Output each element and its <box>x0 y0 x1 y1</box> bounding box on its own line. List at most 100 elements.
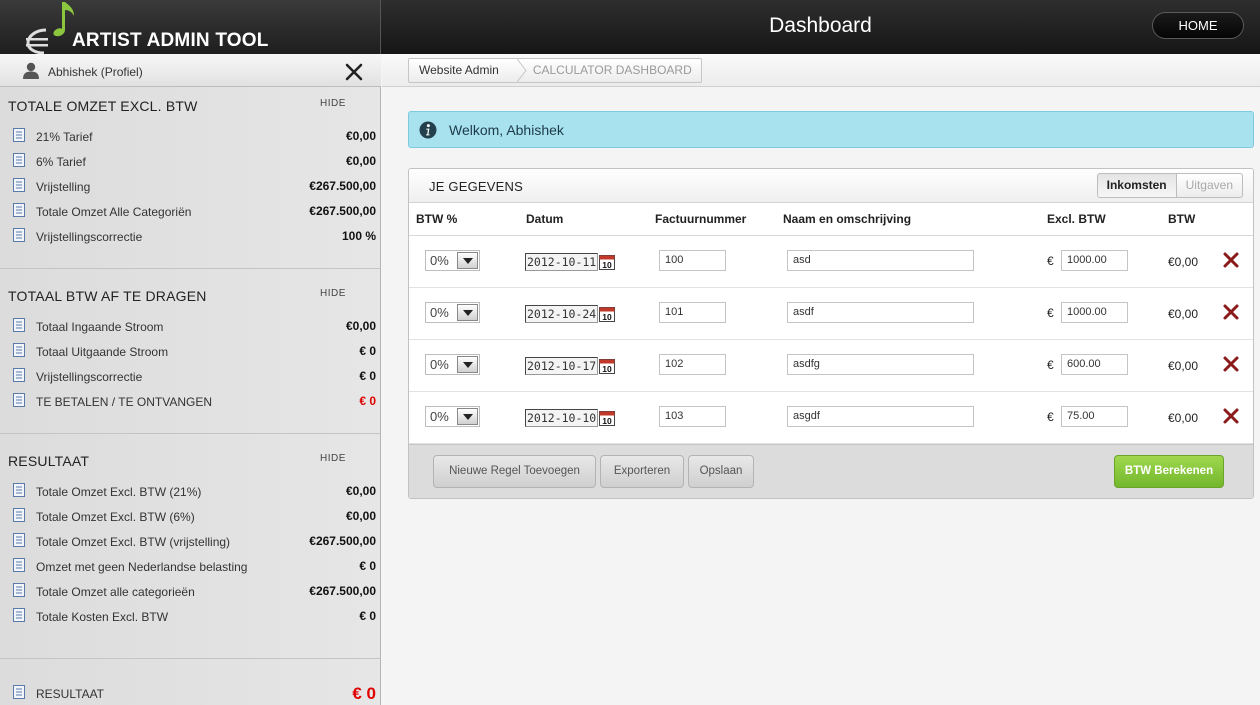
summary-row: Totale Kosten Excl. BTW € 0 <box>0 606 381 626</box>
date-field[interactable]: 2012-10-11 <box>525 253 598 271</box>
export-button[interactable]: Exporteren <box>600 455 684 488</box>
svg-text:10: 10 <box>602 260 612 270</box>
btw-value: €0,00 <box>1168 411 1199 425</box>
panel-header: JE GEGEVENS Inkomsten Uitgaven <box>409 169 1253 203</box>
row-value: €0,00 <box>345 129 376 143</box>
hide-link[interactable]: HIDE <box>320 453 346 464</box>
summary-row: Totale Omzet alle categorieën €267.500,0… <box>0 581 381 601</box>
invoice-number-input[interactable]: 101 <box>659 302 726 323</box>
btw-select[interactable]: 0% <box>425 354 480 375</box>
column-header-naam: Naam en omschrijving <box>783 212 912 226</box>
invoice-number-input[interactable]: 100 <box>659 250 726 271</box>
tab-inkomsten[interactable]: Inkomsten <box>1096 173 1177 198</box>
btw-select[interactable]: 0% <box>425 406 480 427</box>
date-field[interactable]: 2012-10-24 <box>525 305 598 323</box>
panel-title: JE GEGEVENS <box>429 179 523 194</box>
description-input[interactable]: asgdf <box>787 406 974 427</box>
invoice-number-input[interactable]: 102 <box>659 354 726 375</box>
btw-value: €0,00 <box>1168 255 1199 269</box>
section-divider <box>0 268 381 269</box>
delete-row-icon[interactable] <box>1222 355 1240 373</box>
calendar-icon[interactable]: 10 <box>599 358 615 374</box>
row-label: Totale Omzet alle categorieën <box>36 585 195 599</box>
document-icon <box>13 608 25 622</box>
row-value: € 0 <box>359 559 376 573</box>
invoice-number-input[interactable]: 103 <box>659 406 726 427</box>
summary-row: Totale Omzet Excl. BTW (6%) €0,00 <box>0 506 381 526</box>
delete-row-icon[interactable] <box>1222 407 1240 425</box>
chevron-down-icon[interactable] <box>457 304 478 321</box>
calendar-icon[interactable]: 10 <box>599 410 615 426</box>
amount-input[interactable]: 1000.00 <box>1061 250 1128 271</box>
svg-text:10: 10 <box>602 364 612 374</box>
summary-row: Omzet met geen Nederlandse belasting € 0 <box>0 556 381 576</box>
welcome-text: Welkom, Abhishek <box>449 122 564 138</box>
breadcrumb-calculator-dashboard[interactable]: CALCULATOR DASHBOARD <box>527 59 701 82</box>
column-header-btw: BTW % <box>416 212 458 226</box>
btw-select-value: 0% <box>430 409 449 424</box>
amount-input[interactable]: 75.00 <box>1061 406 1128 427</box>
amount-input[interactable]: 1000.00 <box>1061 302 1128 323</box>
chevron-down-icon[interactable] <box>457 408 478 425</box>
column-header-factuurnummer: Factuurnummer <box>655 212 747 226</box>
currency-symbol: € <box>1047 306 1054 320</box>
description-input[interactable]: asd <box>787 250 974 271</box>
panel-footer: Nieuwe Regel Toevoegen Exporteren Opslaa… <box>409 444 1253 498</box>
date-field[interactable]: 2012-10-17 <box>525 357 598 375</box>
top-bar: ARTIST ADMIN TOOL Dashboard HOME <box>0 0 1260 54</box>
summary-row: Vrijstellingscorrectie € 0 <box>0 366 381 386</box>
document-icon <box>13 128 25 142</box>
delete-row-icon[interactable] <box>1222 251 1240 269</box>
amount-input[interactable]: 600.00 <box>1061 354 1128 375</box>
logo-area: ARTIST ADMIN TOOL <box>0 0 381 54</box>
document-icon <box>13 153 25 167</box>
summary-row: Vrijstelling €267.500,00 <box>0 176 381 196</box>
row-label: Totale Omzet Excl. BTW (6%) <box>36 510 195 524</box>
document-icon <box>13 393 25 407</box>
breadcrumb-chevron-icon <box>516 59 527 82</box>
profile-link[interactable]: Abhishek (Profiel) <box>48 65 143 79</box>
home-button[interactable]: HOME <box>1152 12 1244 39</box>
chevron-down-icon[interactable] <box>457 356 478 373</box>
document-icon <box>13 178 25 192</box>
summary-row: Totale Omzet Excl. BTW (vrijstelling) €2… <box>0 531 381 551</box>
row-label: 21% Tarief <box>36 130 93 144</box>
sidebar: Abhishek (Profiel) TOTALE OMZET EXCL. BT… <box>0 54 381 705</box>
save-button[interactable]: Opslaan <box>688 455 754 488</box>
close-icon[interactable] <box>344 62 364 82</box>
calculate-btw-button[interactable]: BTW Berekenen <box>1114 455 1224 488</box>
btw-select[interactable]: 0% <box>425 250 480 271</box>
row-label: Totaal Uitgaande Stroom <box>36 345 169 359</box>
row-value: €0,00 <box>345 509 376 523</box>
btw-select-value: 0% <box>430 305 449 320</box>
row-label: Totale Omzet Excl. BTW (21%) <box>36 485 202 499</box>
row-label: Totaal Ingaande Stroom <box>36 320 164 334</box>
date-field[interactable]: 2012-10-10 <box>525 409 598 427</box>
row-value: €267.500,00 <box>309 534 376 548</box>
row-value: €267.500,00 <box>309 584 376 598</box>
description-input[interactable]: asdfg <box>787 354 974 375</box>
data-panel: JE GEGEVENS Inkomsten Uitgaven BTW % Dat… <box>408 168 1254 499</box>
add-row-button[interactable]: Nieuwe Regel Toevoegen <box>433 455 596 488</box>
btw-value: €0,00 <box>1168 307 1199 321</box>
description-input[interactable]: asdf <box>787 302 974 323</box>
welcome-alert: Welkom, Abhishek <box>408 111 1254 148</box>
breadcrumb-website-admin[interactable]: Website Admin <box>409 59 517 82</box>
row-label: TE BETALEN / TE ONTVANGEN <box>36 395 213 409</box>
result-row: RESULTAAT € 0 <box>0 683 381 703</box>
tab-uitgaven[interactable]: Uitgaven <box>1176 173 1243 198</box>
hide-link[interactable]: HIDE <box>320 288 346 299</box>
document-icon <box>13 583 25 597</box>
summary-row: Totaal Ingaande Stroom €0,00 <box>0 316 381 336</box>
btw-select[interactable]: 0% <box>425 302 480 323</box>
row-value: € 0 <box>359 344 376 358</box>
hide-link[interactable]: HIDE <box>320 98 346 109</box>
calendar-icon[interactable]: 10 <box>599 306 615 322</box>
calendar-icon[interactable]: 10 <box>599 254 615 270</box>
row-label: Omzet met geen Nederlandse belasting <box>36 560 248 574</box>
table-row: 0% 2012-10-17 10 102 asdfg € 600.00 €0,0… <box>409 340 1253 392</box>
delete-row-icon[interactable] <box>1222 303 1240 321</box>
summary-row: TE BETALEN / TE ONTVANGEN € 0 <box>0 391 381 411</box>
chevron-down-icon[interactable] <box>457 252 478 269</box>
row-value: € 0 <box>359 609 376 623</box>
